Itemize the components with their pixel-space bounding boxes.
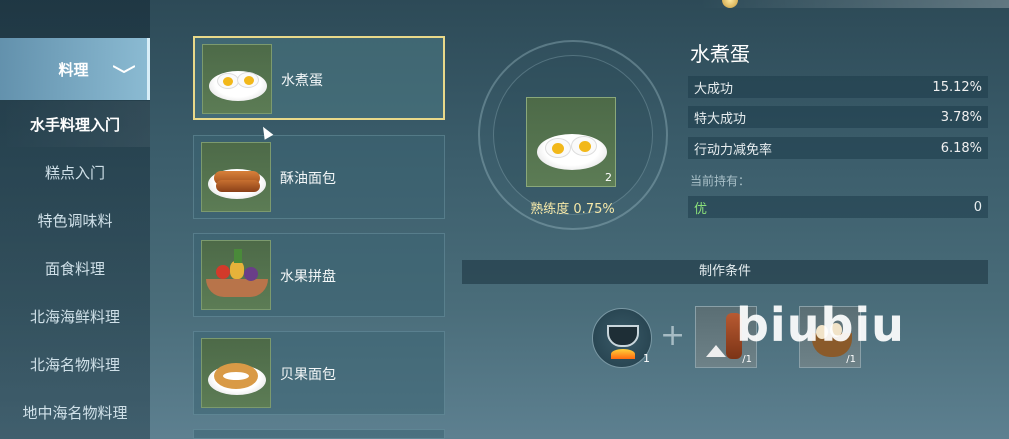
quality-label: 优 [694, 201, 708, 217]
ingredient-count: /1 [742, 354, 752, 365]
craft-conditions-header: 制作条件 [462, 260, 988, 284]
recipe-item-bagel[interactable]: 贝果面包 [193, 331, 445, 415]
stat-value: 6.18% [940, 140, 982, 156]
mastery-text: 熟练度 0.75% [530, 202, 615, 217]
bagel-icon [201, 338, 271, 408]
stat-value: 3.78% [940, 109, 982, 125]
category-label: 料理 [58, 60, 89, 79]
stat-label: 大成功 [694, 81, 734, 97]
top-decor [700, 0, 1009, 8]
stat-label: 特大成功 [694, 111, 747, 127]
plus-icon: + [660, 318, 686, 353]
stat-value: 15.12% [932, 79, 982, 95]
sidebar-item-seasoning[interactable]: 特色调味料 [0, 197, 150, 243]
ingredient-count: /1 [846, 354, 856, 365]
stat-row: 特大成功 3.78% [688, 106, 988, 128]
holding-label: 当前持有： [690, 174, 751, 188]
stat-row: 行动力减免率 6.18% [688, 137, 988, 159]
sidebar-item-noodles[interactable]: 面食料理 [0, 245, 150, 291]
recipe-name: 水煮蛋 [281, 73, 323, 89]
sidebar-item-north-sea-seafood[interactable]: 北海海鲜料理 [0, 293, 150, 339]
selected-dish-icon: 2 [526, 97, 616, 187]
recipe-name: 水果拼盘 [280, 269, 336, 285]
dish-count: 2 [605, 171, 612, 184]
category-cooking[interactable]: 料理 [0, 38, 150, 100]
category-sidebar: 料理 水手料理入门 糕点入门 特色调味料 面食料理 北海海鲜料理 北海名物料理 … [0, 0, 150, 439]
dish-title: 水煮蛋 [690, 42, 750, 66]
boiled-egg-icon [202, 44, 272, 114]
stat-label: 行动力减免率 [694, 142, 773, 158]
quality-value: 0 [973, 199, 982, 215]
sidebar-item-pastry[interactable]: 糕点入门 [0, 149, 150, 195]
recipe-name: 贝果面包 [280, 367, 336, 383]
sidebar-item-mediterranean[interactable]: 地中海名物料理 [0, 389, 150, 435]
stat-row: 大成功 15.12% [688, 76, 988, 98]
fruit-platter-icon [201, 240, 271, 310]
recipe-item-fruit-platter[interactable]: 水果拼盘 [193, 233, 445, 317]
watermark-logo: biubiu [736, 298, 905, 352]
recipe-item-partial[interactable] [193, 429, 445, 439]
quality-row: 优 0 [688, 196, 988, 218]
chevron-down-icon [113, 65, 135, 73]
recipe-item-butter-bread[interactable]: 酥油面包 [193, 135, 445, 219]
pot-count: 1 [643, 352, 650, 365]
sidebar-item-north-sea-specialty[interactable]: 北海名物料理 [0, 341, 150, 387]
butter-bread-icon [201, 142, 271, 212]
sidebar-item-sailor-cooking[interactable]: 水手料理入门 [0, 101, 150, 147]
recipe-name: 酥油面包 [280, 171, 336, 187]
recipe-item-boiled-egg[interactable]: 水煮蛋 [193, 36, 445, 120]
